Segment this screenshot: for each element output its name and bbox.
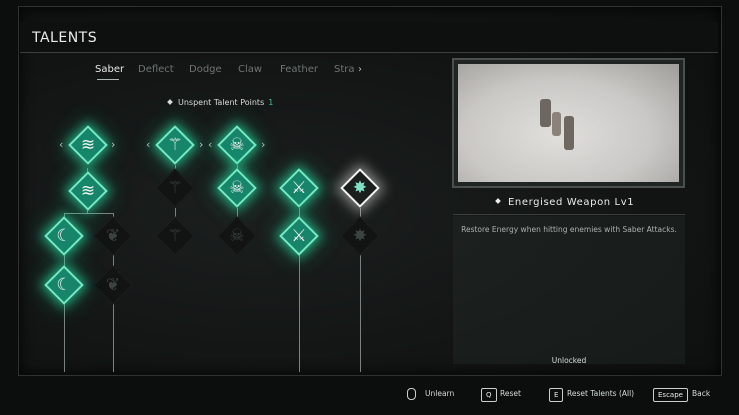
talent-node[interactable]: ≋ [65,122,111,168]
tab-saber[interactable]: Saber [95,64,124,75]
burst-icon: ✸ [352,226,368,246]
connector-line [113,300,114,372]
connector-line [360,255,361,372]
talent-points-label: Unspent Talent Points [178,98,265,107]
chevron-left-icon[interactable]: ‹ [59,138,63,151]
talent-node[interactable]: ⚚ [152,122,198,168]
back-button[interactable]: Back [692,389,710,403]
skill-name-text: Energised Weapon Lv1 [508,197,635,208]
wind-slash-icon: ≋ [80,181,96,201]
gameplay-preview-image [458,64,679,182]
reset-all-key: E [549,388,564,402]
tab-claw[interactable]: Claw [238,64,262,75]
escape-key: Escape [653,388,688,402]
tab-stra[interactable]: Stra [334,64,355,75]
talent-node[interactable]: ☠ [214,165,260,211]
diamond-bullet-icon [167,99,173,105]
reset-key: Q [481,388,497,402]
reset-all-button[interactable]: Reset Talents (All) [567,389,634,403]
connector-line [64,300,65,372]
talent-node[interactable]: ❦ [90,213,136,259]
chevron-left-icon[interactable]: ‹ [208,138,212,151]
unlearn-label[interactable]: Unlearn [425,389,454,403]
divider [453,214,685,215]
page-title: TALENTS [32,30,98,46]
talent-node[interactable]: ⚚ [152,165,198,211]
preview-figure [540,99,551,127]
sword-icon: ⚔ [291,226,307,246]
mouse-icon [407,388,416,400]
talent-node[interactable]: ⚔ [276,213,322,259]
talent-node[interactable]: ☾ [41,262,87,308]
diamond-bullet-icon [495,198,501,204]
chevron-right-icon[interactable]: › [199,138,203,151]
unspent-talent-points: Unspent Talent Points 1 [167,98,274,107]
skull-icon: ☠ [229,178,245,198]
leaf-blade-icon: ⚚ [167,178,183,198]
title-bar: TALENTS [20,22,718,53]
burst-icon: ✸ [352,178,368,198]
preview-figure [552,112,561,136]
talent-node-selected[interactable]: ✸ [337,165,383,211]
active-tab-underline [97,79,119,80]
talent-node[interactable]: ☠ [214,122,260,168]
sword-icon: ⚔ [291,178,307,198]
crescent-slash-icon: ☾ [56,275,72,295]
talent-node[interactable]: ☾ [41,213,87,259]
chevron-right-icon[interactable]: › [111,138,115,151]
skill-preview-video [452,58,685,188]
feather-icon: ❦ [105,226,121,246]
feather-icon: ❦ [105,275,121,295]
crescent-slash-icon: ☾ [56,226,72,246]
tab-feather[interactable]: Feather [280,64,318,75]
chevron-left-icon[interactable]: ‹ [146,138,150,151]
wind-slash-icon: ≋ [80,135,96,155]
talent-points-value: 1 [268,98,274,107]
status-badge: Unlocked [551,356,587,365]
tab-deflect[interactable]: Deflect [138,64,174,75]
reset-button[interactable]: Reset [500,389,521,403]
talent-node[interactable]: ⚔ [276,165,322,211]
skull-icon: ☠ [229,135,245,155]
leaf-blade-icon: ⚚ [167,226,183,246]
connector-line [299,255,300,372]
skull-icon: ☠ [229,226,245,246]
talent-node[interactable]: ✸ [337,213,383,259]
description-panel [453,216,685,364]
leaf-blade-icon: ⚚ [167,135,183,155]
talent-node[interactable]: ❦ [90,262,136,308]
chevron-right-icon[interactable]: › [358,64,362,75]
skill-description: Restore Energy when hitting enemies with… [461,225,677,234]
tab-dodge[interactable]: Dodge [189,64,222,75]
talent-node[interactable]: ≋ [65,168,111,214]
talent-node[interactable]: ⚚ [152,213,198,259]
chevron-right-icon[interactable]: › [261,138,265,151]
preview-figure [564,116,574,150]
skill-title: Energised Weapon Lv1 [495,197,635,208]
talent-node[interactable]: ☠ [214,213,260,259]
